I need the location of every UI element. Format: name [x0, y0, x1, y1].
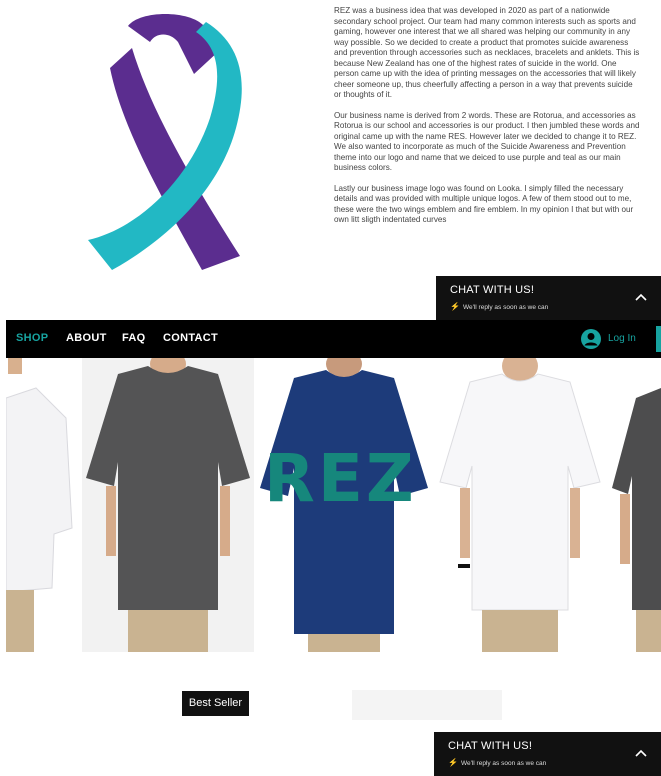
- chat-title: CHAT WITH US!: [448, 740, 533, 752]
- about-section: REZ was a business idea that was develop…: [0, 0, 661, 320]
- best-seller-badge: Best Seller: [182, 691, 249, 716]
- about-paragraph-3: Lastly our business image logo was found…: [334, 183, 634, 225]
- chat-widget-bottom[interactable]: CHAT WITH US! ⚡ We'll reply as soon as we…: [434, 732, 661, 776]
- nav-about[interactable]: ABOUT: [66, 332, 107, 344]
- nav-contact[interactable]: CONTACT: [163, 332, 218, 344]
- model-white-shirt-left: [6, 358, 82, 652]
- chat-subtitle: ⚡ We'll reply as soon as we can: [450, 302, 548, 311]
- model-white-shirt: [434, 358, 606, 652]
- chat-title: CHAT WITH US!: [450, 284, 535, 296]
- hero-banner: REZ: [6, 358, 661, 652]
- page-edge: [0, 320, 6, 776]
- about-paragraph-1: REZ was a business idea that was develop…: [334, 6, 640, 99]
- user-avatar-icon[interactable]: [580, 328, 602, 350]
- chevron-up-icon[interactable]: [633, 289, 649, 305]
- chevron-up-icon[interactable]: [633, 745, 649, 761]
- rez-logo: REZ: [264, 440, 417, 517]
- chat-widget[interactable]: CHAT WITH US! ⚡ We'll reply as soon as we…: [436, 276, 661, 320]
- chat-subtitle-text: We'll reply as soon as we can: [460, 760, 547, 767]
- chat-subtitle-text: We'll reply as soon as we can: [462, 304, 549, 311]
- cart-button-edge[interactable]: [656, 326, 661, 352]
- model-grey-shirt: [82, 358, 254, 652]
- awareness-ribbon-icon: [88, 14, 242, 270]
- login-link[interactable]: Log In: [608, 333, 636, 344]
- nav-shop[interactable]: SHOP: [16, 332, 48, 344]
- nav-faq[interactable]: FAQ: [122, 332, 146, 344]
- model-grey-shirt-right: [606, 358, 661, 652]
- bolt-icon: ⚡: [450, 302, 460, 311]
- bolt-icon: ⚡: [448, 758, 458, 767]
- main-nav: SHOP ABOUT FAQ CONTACT Log In: [6, 320, 661, 358]
- chat-subtitle: ⚡ We'll reply as soon as we can: [448, 758, 546, 767]
- about-paragraph-2: Our business name is derived from 2 word…: [334, 110, 640, 173]
- about-text: REZ was a business idea that was develop…: [334, 6, 640, 236]
- product-image-placeholder: [352, 690, 502, 720]
